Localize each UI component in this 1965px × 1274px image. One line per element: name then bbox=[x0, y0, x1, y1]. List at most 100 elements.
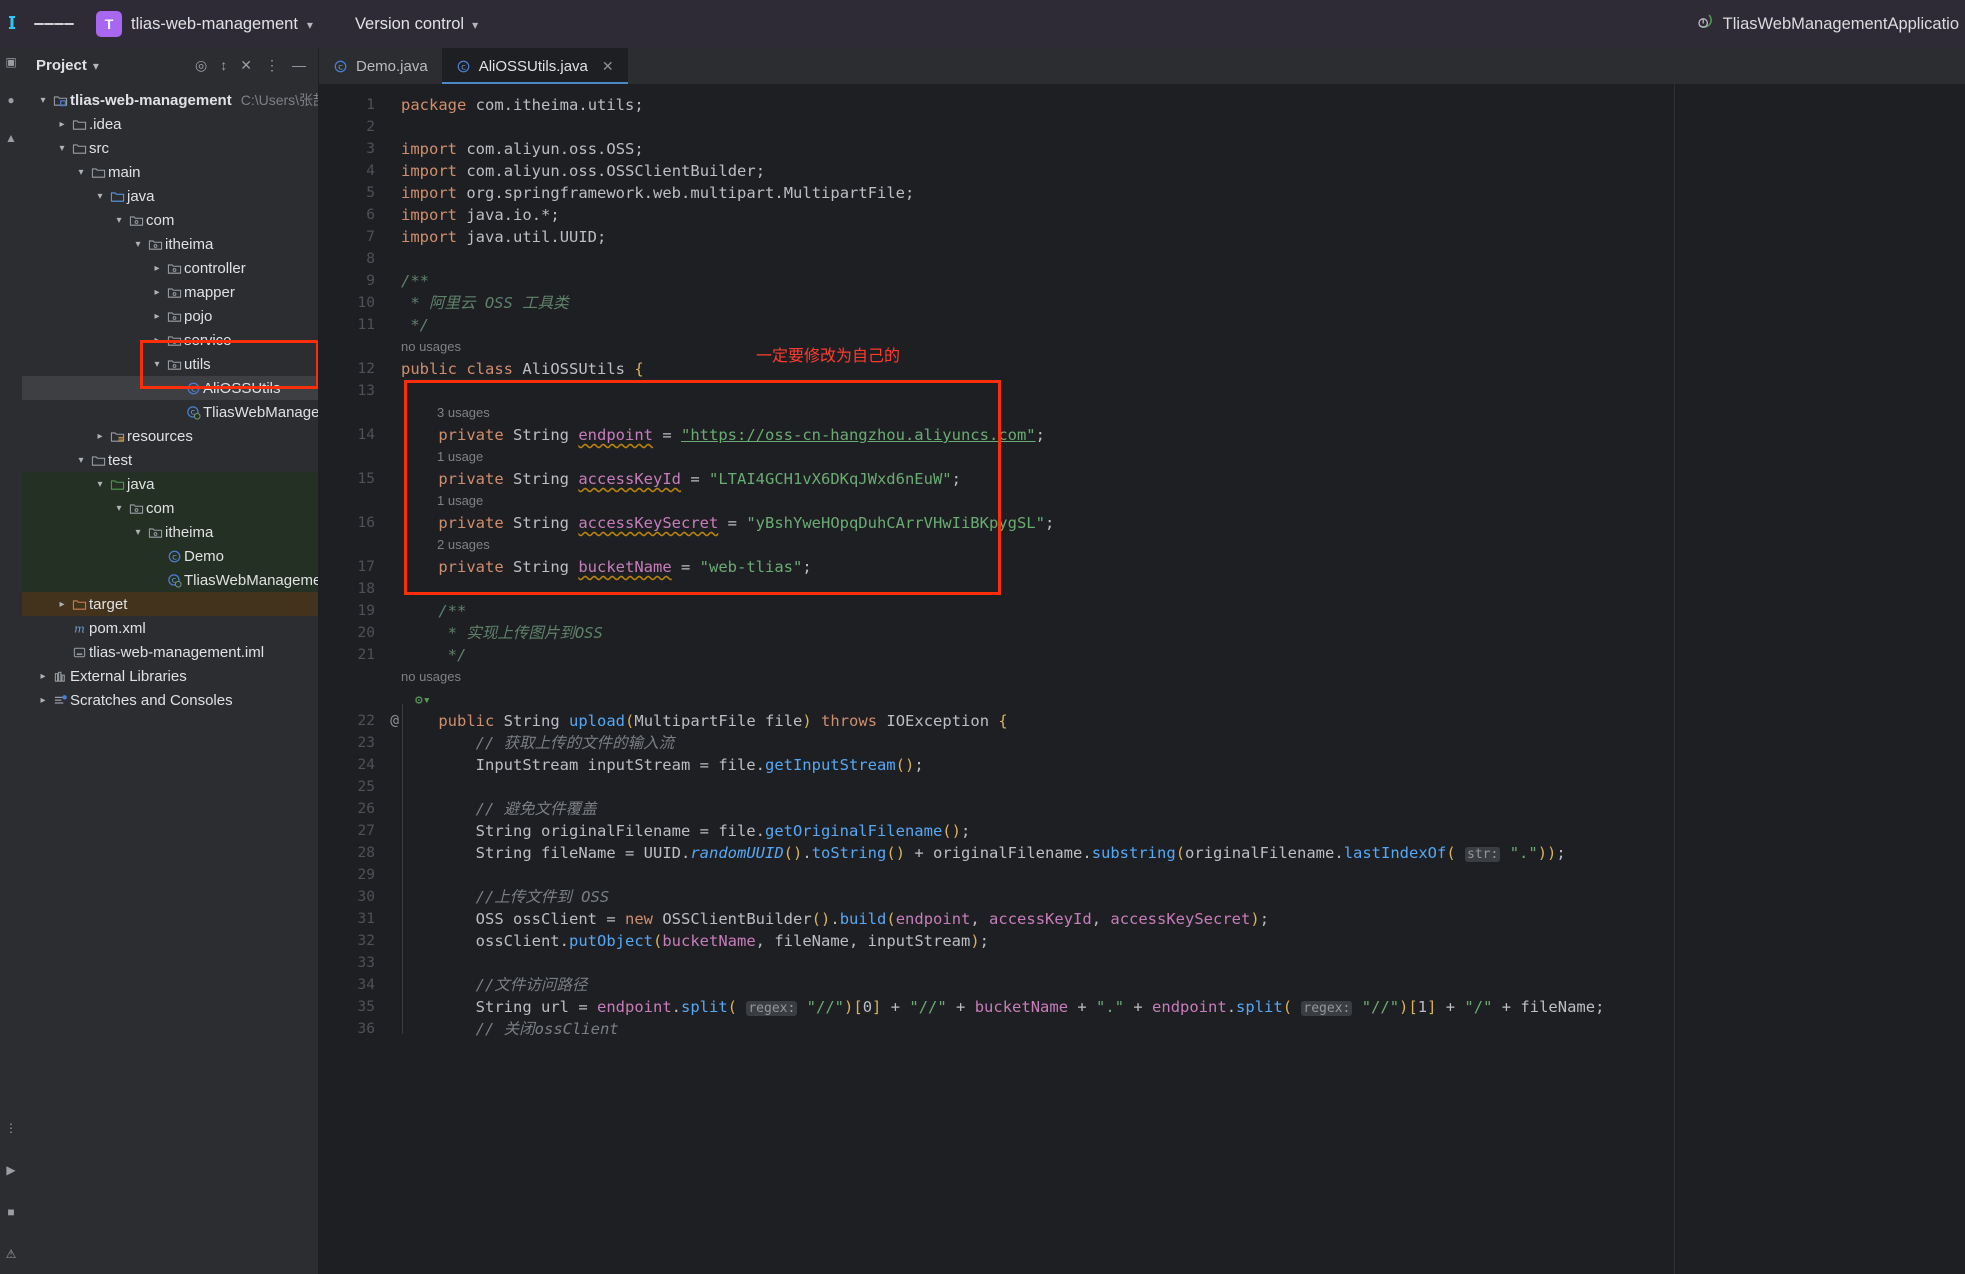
line-number[interactable]: 23 bbox=[319, 732, 387, 754]
line-number[interactable]: 15 bbox=[319, 468, 387, 490]
code-line[interactable]: String fileName = UUID.randomUUID().toSt… bbox=[387, 842, 1965, 864]
code-line[interactable]: private String bucketName = "web-tlias"; bbox=[387, 556, 1965, 578]
project-tree[interactable]: ▾tlias-web-managementC:\Users\张喆▸.idea▾s… bbox=[22, 82, 318, 1274]
code-line[interactable]: */ bbox=[387, 314, 1965, 336]
code-line[interactable] bbox=[387, 776, 1965, 798]
usage-hint[interactable]: 3 usages bbox=[387, 402, 1965, 424]
close-icon[interactable]: ✕ bbox=[240, 58, 252, 72]
tree-node-demo[interactable]: C Demo bbox=[22, 544, 318, 568]
line-number[interactable]: 34 bbox=[319, 974, 387, 996]
line-number[interactable]: 13 bbox=[319, 380, 387, 402]
chevron-down-icon[interactable]: ▾ bbox=[93, 191, 107, 202]
code-line[interactable]: * 阿里云 OSS 工具类 bbox=[387, 292, 1965, 314]
code-line[interactable]: * 实现上传图片到OSS bbox=[387, 622, 1965, 644]
line-number[interactable]: 31 bbox=[319, 908, 387, 930]
code-content[interactable]: package com.itheima.utils; import com.al… bbox=[387, 84, 1965, 1274]
bookmarks-tool-icon[interactable]: ▲ bbox=[5, 132, 17, 144]
code-line[interactable]: // 获取上传的文件的输入流 bbox=[387, 732, 1965, 754]
chevron-down-icon[interactable]: ▾ bbox=[36, 95, 50, 106]
line-number[interactable]: 11 bbox=[319, 314, 387, 336]
line-number[interactable]: 29 bbox=[319, 864, 387, 886]
problems-tool-icon[interactable]: ⚠ bbox=[6, 1248, 17, 1260]
line-number[interactable]: 16 bbox=[319, 512, 387, 534]
line-number[interactable]: 3 bbox=[319, 138, 387, 160]
collapse-icon[interactable]: ↕ bbox=[220, 58, 227, 72]
tree-node-external-libraries[interactable]: ▸ External Libraries bbox=[22, 664, 318, 688]
commit-tool-icon[interactable]: ● bbox=[7, 94, 14, 106]
code-line[interactable]: import com.aliyun.oss.OSS; bbox=[387, 138, 1965, 160]
chevron-down-icon[interactable]: ▾ bbox=[131, 527, 145, 538]
chevron-right-icon[interactable]: ▸ bbox=[150, 263, 164, 274]
line-number[interactable]: 2 bbox=[319, 116, 387, 138]
project-tool-icon[interactable]: ▣ bbox=[5, 56, 16, 68]
line-number[interactable]: 4 bbox=[319, 160, 387, 182]
usage-hint[interactable]: 2 usages bbox=[387, 534, 1965, 556]
tree-node-mapper[interactable]: ▸ mapper bbox=[22, 280, 318, 304]
code-line[interactable]: public class AliOSSUtils { bbox=[387, 358, 1965, 380]
line-number[interactable]: 6 bbox=[319, 204, 387, 226]
chevron-right-icon[interactable]: ▸ bbox=[150, 287, 164, 298]
chevron-down-icon[interactable]: ▾ bbox=[93, 479, 107, 490]
line-number[interactable]: 27 bbox=[319, 820, 387, 842]
line-number[interactable]: 1 bbox=[319, 94, 387, 116]
line-number[interactable]: 35 bbox=[319, 996, 387, 1018]
tree-node-main[interactable]: ▾ main bbox=[22, 160, 318, 184]
line-number[interactable]: 10 bbox=[319, 292, 387, 314]
tree-node-pojo[interactable]: ▸ pojo bbox=[22, 304, 318, 328]
line-number[interactable]: 32 bbox=[319, 930, 387, 952]
tree-node-resources[interactable]: ▸ resources bbox=[22, 424, 318, 448]
code-line[interactable]: InputStream inputStream = file.getInputS… bbox=[387, 754, 1965, 776]
code-line[interactable]: /** bbox=[387, 270, 1965, 292]
line-number[interactable]: 5 bbox=[319, 182, 387, 204]
line-number[interactable]: 36 bbox=[319, 1018, 387, 1040]
chevron-right-icon[interactable]: ▸ bbox=[55, 599, 69, 610]
code-line[interactable]: import java.io.*; bbox=[387, 204, 1965, 226]
code-line[interactable]: private String accessKeySecret = "yBshYw… bbox=[387, 512, 1965, 534]
tree-node-java[interactable]: ▾ java bbox=[22, 472, 318, 496]
code-line[interactable]: // 避免文件覆盖 bbox=[387, 798, 1965, 820]
code-editor[interactable]: 1 2 3 4 5 6 7 8 9 10 11 12 13 14 15 16 17 18 19 20 21 22 @23 24… bbox=[319, 84, 1965, 1274]
code-line[interactable] bbox=[387, 248, 1965, 270]
code-line[interactable]: //文件访问路径 bbox=[387, 974, 1965, 996]
chevron-right-icon[interactable]: ▸ bbox=[150, 311, 164, 322]
chevron-right-icon[interactable]: ▸ bbox=[150, 335, 164, 346]
code-line[interactable] bbox=[387, 952, 1965, 974]
code-line[interactable]: */ bbox=[387, 644, 1965, 666]
structure-tool-icon[interactable]: ⋮ bbox=[5, 1122, 17, 1134]
chevron-right-icon[interactable]: ▸ bbox=[36, 671, 50, 682]
tree-node-itheima[interactable]: ▾ itheima bbox=[22, 520, 318, 544]
tree-node-controller[interactable]: ▸ controller bbox=[22, 256, 318, 280]
chevron-right-icon[interactable]: ▸ bbox=[36, 695, 50, 706]
line-number[interactable]: 9 bbox=[319, 270, 387, 292]
tree-node-com[interactable]: ▾ com bbox=[22, 496, 318, 520]
editor-tab-aliossutils-java[interactable]: C AliOSSUtils.java ✕ bbox=[441, 48, 628, 84]
tree-node-src[interactable]: ▾ src bbox=[22, 136, 318, 160]
usage-hint[interactable]: 1 usage bbox=[387, 446, 1965, 468]
version-control-widget[interactable]: Version control ▾ bbox=[347, 11, 486, 38]
tree-node-tlias-web-management-iml[interactable]: tlias-web-management.iml bbox=[22, 640, 318, 664]
line-number[interactable]: 30 bbox=[319, 886, 387, 908]
tree-node-test[interactable]: ▾ test bbox=[22, 448, 318, 472]
line-number[interactable]: 7 bbox=[319, 226, 387, 248]
line-number[interactable]: 19 bbox=[319, 600, 387, 622]
tree-node-aliossutils[interactable]: C AliOSSUtils bbox=[22, 376, 318, 400]
chevron-down-icon[interactable]: ▾ bbox=[112, 215, 126, 226]
run-configuration-selector[interactable]: TliasWebManagementApplicatio bbox=[1694, 0, 1965, 48]
tree-node-tlias-web-management[interactable]: ▾ tlias-web-management C:\Users\张喆 bbox=[22, 88, 318, 112]
code-line[interactable]: OSS ossClient = new OSSClientBuilder().b… bbox=[387, 908, 1965, 930]
chevron-down-icon[interactable]: ▾ bbox=[150, 359, 164, 370]
line-number[interactable]: 18 bbox=[319, 578, 387, 600]
close-tab-icon[interactable]: ✕ bbox=[602, 58, 614, 75]
code-line[interactable]: //上传文件到 OSS bbox=[387, 886, 1965, 908]
more-icon[interactable]: ⋮ bbox=[265, 58, 279, 72]
project-selector[interactable]: T tlias-web-management ▾ bbox=[88, 7, 321, 41]
code-line[interactable]: import com.aliyun.oss.OSSClientBuilder; bbox=[387, 160, 1965, 182]
code-line[interactable]: import java.util.UUID; bbox=[387, 226, 1965, 248]
target-icon[interactable]: ◎ bbox=[195, 58, 207, 72]
usage-hint[interactable]: 1 usage bbox=[387, 490, 1965, 512]
tree-node-pom-xml[interactable]: m pom.xml bbox=[22, 616, 318, 640]
chevron-down-icon[interactable]: ▾ bbox=[112, 503, 126, 514]
tree-node-java[interactable]: ▾ java bbox=[22, 184, 318, 208]
code-line[interactable]: ossClient.putObject(bucketName, fileName… bbox=[387, 930, 1965, 952]
tree-node-target[interactable]: ▸ target bbox=[22, 592, 318, 616]
